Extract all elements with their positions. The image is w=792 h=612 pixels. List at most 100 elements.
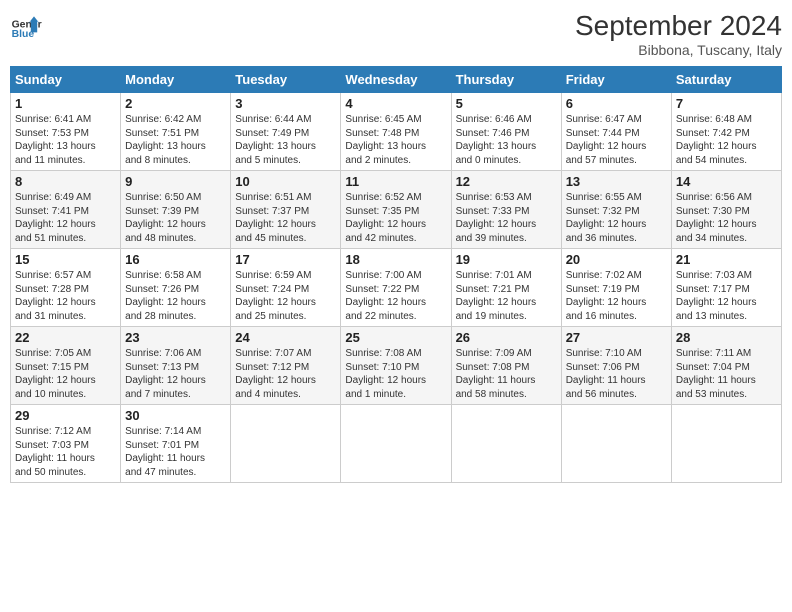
calendar-cell bbox=[671, 405, 781, 483]
day-info: Sunrise: 6:49 AMSunset: 7:41 PMDaylight:… bbox=[15, 191, 116, 245]
weekday-header-thursday: Thursday bbox=[451, 67, 561, 93]
month-title: September 2024 bbox=[575, 10, 782, 42]
calendar-cell: 19Sunrise: 7:01 AMSunset: 7:21 PMDayligh… bbox=[451, 249, 561, 327]
page-header: General Blue September 2024 Bibbona, Tus… bbox=[10, 10, 782, 58]
calendar-cell: 14 Sunrise: 6:56 AMSunset: 7:30 PMDayligh… bbox=[671, 171, 781, 249]
day-number: 26 bbox=[456, 330, 557, 345]
day-number: 8 bbox=[15, 174, 116, 189]
day-number: 5 bbox=[456, 96, 557, 111]
calendar-cell: 24Sunrise: 7:07 AMSunset: 7:12 PMDayligh… bbox=[231, 327, 341, 405]
calendar-week-3: 15 Sunrise: 6:57 AMSunset: 7:28 PMDayligh… bbox=[11, 249, 782, 327]
day-info: Sunrise: 6:52 AMSunset: 7:35 PMDaylight:… bbox=[345, 191, 446, 245]
calendar-cell: 13 Sunrise: 6:55 AMSunset: 7:32 PMDayligh… bbox=[561, 171, 671, 249]
calendar-cell: 26 Sunrise: 7:09 AMSunset: 7:08 PMDayligh… bbox=[451, 327, 561, 405]
day-info: Sunrise: 6:59 AMSunset: 7:24 PMDaylight:… bbox=[235, 269, 336, 323]
day-info: Sunrise: 7:03 AMSunset: 7:17 PMDaylight:… bbox=[676, 269, 777, 323]
weekday-header-sunday: Sunday bbox=[11, 67, 121, 93]
calendar-cell: 15 Sunrise: 6:57 AMSunset: 7:28 PMDayligh… bbox=[11, 249, 121, 327]
calendar-cell: 11 Sunrise: 6:52 AMSunset: 7:35 PMDayligh… bbox=[341, 171, 451, 249]
day-number: 15 bbox=[15, 252, 116, 267]
day-number: 20 bbox=[566, 252, 667, 267]
day-number: 3 bbox=[235, 96, 336, 111]
calendar-cell: 4Sunrise: 6:45 AMSunset: 7:48 PMDaylight… bbox=[341, 93, 451, 171]
day-number: 30 bbox=[125, 408, 226, 423]
calendar-cell bbox=[341, 405, 451, 483]
calendar-cell bbox=[231, 405, 341, 483]
calendar-cell: 17Sunrise: 6:59 AMSunset: 7:24 PMDayligh… bbox=[231, 249, 341, 327]
day-number: 14 bbox=[676, 174, 777, 189]
day-info: Sunrise: 7:14 AMSunset: 7:01 PMDaylight:… bbox=[125, 425, 226, 479]
calendar-cell: 10 Sunrise: 6:51 AMSunset: 7:37 PMDayligh… bbox=[231, 171, 341, 249]
calendar-week-1: 1Sunrise: 6:41 AMSunset: 7:53 PMDaylight… bbox=[11, 93, 782, 171]
calendar-cell: 20 Sunrise: 7:02 AMSunset: 7:19 PMDayligh… bbox=[561, 249, 671, 327]
calendar-cell: 3 Sunrise: 6:44 AMSunset: 7:49 PMDaylight… bbox=[231, 93, 341, 171]
calendar-cell bbox=[451, 405, 561, 483]
day-info: Sunrise: 6:47 AMSunset: 7:44 PMDaylight:… bbox=[566, 113, 667, 167]
day-number: 2 bbox=[125, 96, 226, 111]
calendar-cell: 28Sunrise: 7:11 AMSunset: 7:04 PMDayligh… bbox=[671, 327, 781, 405]
day-number: 6 bbox=[566, 96, 667, 111]
calendar-cell: 5 Sunrise: 6:46 AMSunset: 7:46 PMDaylight… bbox=[451, 93, 561, 171]
day-info: Sunrise: 7:02 AMSunset: 7:19 PMDaylight:… bbox=[566, 269, 667, 323]
day-number: 23 bbox=[125, 330, 226, 345]
calendar-cell: 21 Sunrise: 7:03 AMSunset: 7:17 PMDayligh… bbox=[671, 249, 781, 327]
weekday-header-friday: Friday bbox=[561, 67, 671, 93]
calendar-header: SundayMondayTuesdayWednesdayThursdayFrid… bbox=[11, 67, 782, 93]
day-info: Sunrise: 6:55 AMSunset: 7:32 PMDaylight:… bbox=[566, 191, 667, 245]
day-info: Sunrise: 6:46 AMSunset: 7:46 PMDaylight:… bbox=[456, 113, 557, 167]
day-info: Sunrise: 7:11 AMSunset: 7:04 PMDaylight:… bbox=[676, 347, 777, 401]
calendar-cell: 9Sunrise: 6:50 AMSunset: 7:39 PMDaylight… bbox=[121, 171, 231, 249]
day-number: 18 bbox=[345, 252, 446, 267]
day-info: Sunrise: 6:41 AMSunset: 7:53 PMDaylight:… bbox=[15, 113, 116, 167]
day-number: 7 bbox=[676, 96, 777, 111]
weekday-header-monday: Monday bbox=[121, 67, 231, 93]
day-info: Sunrise: 6:58 AMSunset: 7:26 PMDaylight:… bbox=[125, 269, 226, 323]
calendar-week-2: 8 Sunrise: 6:49 AMSunset: 7:41 PMDaylight… bbox=[11, 171, 782, 249]
day-info: Sunrise: 7:10 AMSunset: 7:06 PMDaylight:… bbox=[566, 347, 667, 401]
day-info: Sunrise: 6:57 AMSunset: 7:28 PMDaylight:… bbox=[15, 269, 116, 323]
day-info: Sunrise: 6:48 AMSunset: 7:42 PMDaylight:… bbox=[676, 113, 777, 167]
calendar: SundayMondayTuesdayWednesdayThursdayFrid… bbox=[10, 66, 782, 483]
day-info: Sunrise: 7:12 AMSunset: 7:03 PMDaylight:… bbox=[15, 425, 116, 479]
calendar-cell: 30 Sunrise: 7:14 AMSunset: 7:01 PMDayligh… bbox=[121, 405, 231, 483]
day-number: 16 bbox=[125, 252, 226, 267]
calendar-cell: 2 Sunrise: 6:42 AMSunset: 7:51 PMDaylight… bbox=[121, 93, 231, 171]
day-number: 29 bbox=[15, 408, 116, 423]
day-info: Sunrise: 6:45 AMSunset: 7:48 PMDaylight:… bbox=[345, 113, 446, 167]
calendar-week-4: 22 Sunrise: 7:05 AMSunset: 7:15 PMDayligh… bbox=[11, 327, 782, 405]
title-section: September 2024 Bibbona, Tuscany, Italy bbox=[575, 10, 782, 58]
calendar-cell: 22 Sunrise: 7:05 AMSunset: 7:15 PMDayligh… bbox=[11, 327, 121, 405]
logo: General Blue bbox=[10, 10, 42, 42]
day-number: 27 bbox=[566, 330, 667, 345]
day-info: Sunrise: 7:09 AMSunset: 7:08 PMDaylight:… bbox=[456, 347, 557, 401]
day-info: Sunrise: 7:08 AMSunset: 7:10 PMDaylight:… bbox=[345, 347, 446, 401]
calendar-cell: 18 Sunrise: 7:00 AMSunset: 7:22 PMDayligh… bbox=[341, 249, 451, 327]
day-info: Sunrise: 7:07 AMSunset: 7:12 PMDaylight:… bbox=[235, 347, 336, 401]
logo-icon: General Blue bbox=[10, 10, 42, 42]
calendar-cell: 27 Sunrise: 7:10 AMSunset: 7:06 PMDayligh… bbox=[561, 327, 671, 405]
day-info: Sunrise: 6:50 AMSunset: 7:39 PMDaylight:… bbox=[125, 191, 226, 245]
calendar-cell bbox=[561, 405, 671, 483]
calendar-cell: 1Sunrise: 6:41 AMSunset: 7:53 PMDaylight… bbox=[11, 93, 121, 171]
day-info: Sunrise: 6:53 AMSunset: 7:33 PMDaylight:… bbox=[456, 191, 557, 245]
calendar-cell: 29 Sunrise: 7:12 AMSunset: 7:03 PMDayligh… bbox=[11, 405, 121, 483]
day-number: 21 bbox=[676, 252, 777, 267]
day-info: Sunrise: 7:05 AMSunset: 7:15 PMDaylight:… bbox=[15, 347, 116, 401]
calendar-week-5: 29 Sunrise: 7:12 AMSunset: 7:03 PMDayligh… bbox=[11, 405, 782, 483]
day-info: Sunrise: 6:42 AMSunset: 7:51 PMDaylight:… bbox=[125, 113, 226, 167]
day-info: Sunrise: 6:51 AMSunset: 7:37 PMDaylight:… bbox=[235, 191, 336, 245]
calendar-cell: 16 Sunrise: 6:58 AMSunset: 7:26 PMDayligh… bbox=[121, 249, 231, 327]
day-info: Sunrise: 6:44 AMSunset: 7:49 PMDaylight:… bbox=[235, 113, 336, 167]
weekday-header-wednesday: Wednesday bbox=[341, 67, 451, 93]
weekday-header-saturday: Saturday bbox=[671, 67, 781, 93]
day-number: 11 bbox=[345, 174, 446, 189]
day-number: 10 bbox=[235, 174, 336, 189]
day-info: Sunrise: 6:56 AMSunset: 7:30 PMDaylight:… bbox=[676, 191, 777, 245]
day-info: Sunrise: 7:00 AMSunset: 7:22 PMDaylight:… bbox=[345, 269, 446, 323]
day-number: 22 bbox=[15, 330, 116, 345]
location: Bibbona, Tuscany, Italy bbox=[575, 42, 782, 58]
calendar-cell: 23Sunrise: 7:06 AMSunset: 7:13 PMDayligh… bbox=[121, 327, 231, 405]
calendar-cell: 8 Sunrise: 6:49 AMSunset: 7:41 PMDaylight… bbox=[11, 171, 121, 249]
day-number: 13 bbox=[566, 174, 667, 189]
calendar-cell: 25Sunrise: 7:08 AMSunset: 7:10 PMDayligh… bbox=[341, 327, 451, 405]
